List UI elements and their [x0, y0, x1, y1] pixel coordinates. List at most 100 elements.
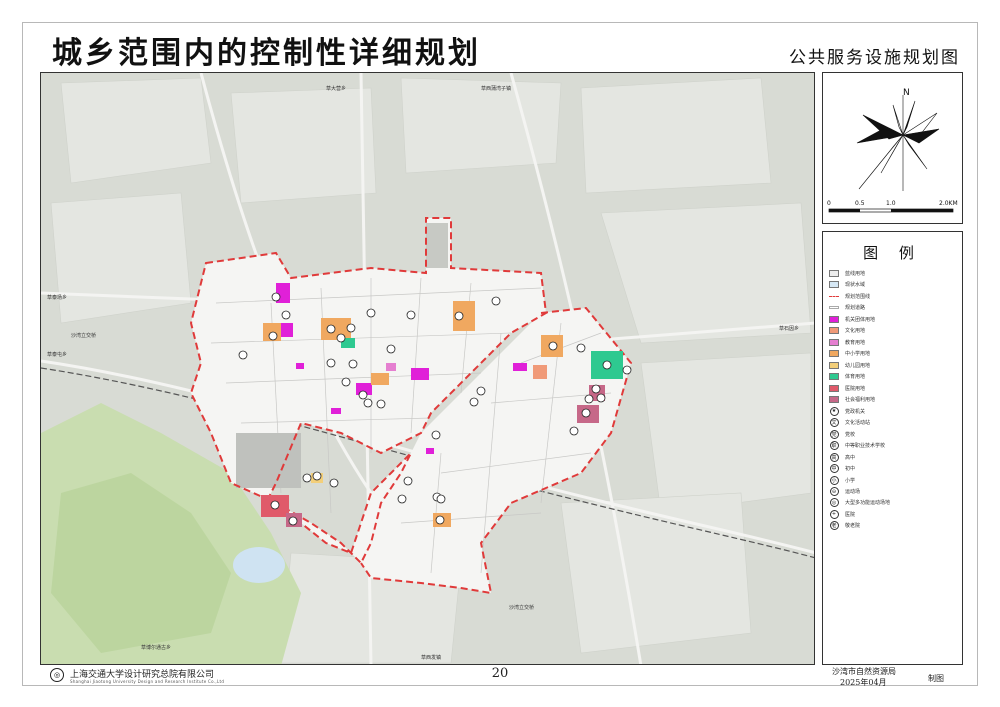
- legend-color-swatch: [829, 361, 839, 369]
- village-label: 草西发镇: [421, 654, 441, 661]
- legend-line-swatch: [829, 295, 839, 297]
- legend-color-swatch: [829, 281, 839, 289]
- page-number: 20: [491, 666, 509, 681]
- village-label: 草博尔通古乡: [141, 644, 171, 651]
- legend-line-swatch: [829, 306, 839, 310]
- org-name-en: Shanghai Jiaotong University Design and …: [70, 679, 225, 684]
- compass-svg: N 0 0.5 1.0 2.0KM: [827, 88, 958, 213]
- village-label: 沙湾立交桥: [509, 604, 534, 611]
- legend-item: 老敬老院: [829, 521, 957, 532]
- legend-label: 文化用地: [845, 328, 866, 335]
- legend-title: 图 例: [863, 244, 922, 262]
- legend-label: 党校: [845, 431, 856, 438]
- scale-bar: 0 0.5 1.0 2.0KM: [827, 200, 958, 213]
- legend-label: 党政机关: [845, 408, 866, 415]
- legend-list: 蓝线用地现状水域规划范围线规划道路机关团体用地 文化用地教育用地中小学用地幼儿园用…: [829, 268, 957, 532]
- legend-label: 敬老院: [845, 523, 861, 530]
- legend-label: 小学: [845, 477, 856, 484]
- legend-color-swatch: [829, 384, 839, 392]
- legend-label: 规划范围线: [845, 293, 871, 300]
- legend-label: 规划道路: [845, 305, 866, 312]
- legend-color-swatch: [829, 315, 839, 323]
- legend-symbol-icon: 职: [829, 441, 839, 451]
- legend-item: 文文化活动站: [829, 417, 957, 428]
- legend-item: + 医院: [829, 509, 957, 520]
- scale-tick: 1.0: [886, 200, 896, 207]
- village-label: 草泰场乡: [47, 294, 67, 301]
- legend-item: 高高中: [829, 452, 957, 463]
- legend-label: 医院: [845, 511, 856, 518]
- legend-label: 社会福利用地: [845, 397, 876, 404]
- legend-label: 文化活动站: [845, 420, 871, 427]
- scale-tick: 2.0KM: [939, 200, 958, 207]
- legend-label: 幼儿园用地: [845, 362, 871, 369]
- village-label: 沙湾立交桥: [71, 332, 96, 339]
- legend-item: 体育用地: [829, 371, 957, 382]
- legend-label: 大型多功能运动场地: [845, 500, 891, 507]
- legend-label: 中等职业技术学校: [845, 443, 886, 450]
- map-svg: 草大营乡 草西蒲湾子镇 草泰场乡 沙湾立交桥 草泰屯乡 草石因乡 沙湾立交桥 草…: [41, 73, 814, 664]
- legend-item: 机关团体用地: [829, 314, 957, 325]
- legend-color-swatch: [829, 350, 839, 358]
- legend-item: ◎ 大型多功能运动场地: [829, 498, 957, 509]
- legend-symbol-icon: 中: [829, 464, 839, 474]
- legend-label: 体育用地: [845, 374, 866, 381]
- legend-symbol-icon: ◎: [829, 498, 839, 508]
- legend-color-swatch: [829, 396, 839, 404]
- map-date: 2025年04月: [840, 678, 887, 687]
- legend-symbol-icon: 小: [829, 475, 839, 485]
- legend-item: 蓝线用地: [829, 268, 957, 279]
- industrial-block: [236, 433, 301, 488]
- legend-label: 机关团体用地: [845, 316, 876, 323]
- legend-symbol-icon: 高: [829, 452, 839, 462]
- scale-tick: 0.5: [855, 200, 865, 207]
- village-label: 草石因乡: [779, 325, 799, 332]
- compass-panel: N 0 0.5 1.0 2.0KM: [822, 72, 963, 224]
- legend-label: 中小学用地: [845, 351, 871, 358]
- legend-item: 中初中: [829, 463, 957, 474]
- legend-item: 医院用地: [829, 383, 957, 394]
- legend-label: 蓝线用地: [845, 270, 866, 277]
- legend-symbol-icon: 党: [829, 429, 839, 439]
- legend-color-swatch: [829, 269, 839, 277]
- page-title: 城乡范围内的控制性详细规划: [52, 36, 481, 71]
- north-label: N: [903, 88, 910, 98]
- village-label: 草大营乡: [326, 85, 346, 92]
- legend-item: ⊖ 运动场: [829, 486, 957, 497]
- made-label: 制图: [928, 674, 944, 683]
- wind-rose-icon: [856, 95, 940, 191]
- legend-item: 教育用地: [829, 337, 957, 348]
- lake: [233, 547, 285, 583]
- village-label: 草泰屯乡: [47, 351, 67, 358]
- legend-color-swatch: [829, 338, 839, 346]
- legend-item: 现状水域: [829, 279, 957, 290]
- map-canvas[interactable]: 草大营乡 草西蒲湾子镇 草泰场乡 沙湾立交桥 草泰屯乡 草石因乡 沙湾立交桥 草…: [40, 72, 815, 665]
- legend-color-swatch: [829, 327, 839, 335]
- legend-label: 现状水域: [845, 282, 866, 289]
- legend-item: 文化用地: [829, 325, 957, 336]
- north-block: [426, 223, 448, 268]
- legend-label: 医院用地: [845, 385, 866, 392]
- agency-name: 沙湾市自然资源局: [832, 667, 896, 676]
- legend-item: ★ 党政机关: [829, 406, 957, 417]
- legend-panel: 图 例 蓝线用地现状水域规划范围线规划道路机关团体用地 文化用地教育用地中小学用地…: [822, 231, 963, 665]
- legend-item: 幼儿园用地: [829, 360, 957, 371]
- legend-symbol-icon: 文: [829, 418, 839, 428]
- legend-item: 社会福利用地: [829, 394, 957, 405]
- legend-label: 高中: [845, 454, 856, 461]
- legend-label: 运动场: [845, 489, 861, 495]
- legend-item: 党党校: [829, 429, 957, 440]
- legend-symbol-icon: ⊖: [829, 487, 839, 496]
- legend-symbol-icon: 老: [829, 521, 839, 531]
- legend-item: 规划道路: [829, 302, 957, 313]
- legend-item: 小小学: [829, 475, 957, 486]
- legend-color-swatch: [829, 373, 839, 381]
- village-label: 草西蒲湾子镇: [481, 85, 511, 92]
- legend-item: 中小学用地: [829, 348, 957, 359]
- org-logo-icon: ◎: [50, 668, 64, 682]
- legend-symbol-icon: +: [829, 509, 839, 519]
- legend-label: 初中: [845, 466, 856, 473]
- map-subtitle: 公共服务设施规划图: [789, 48, 960, 68]
- scale-tick: 0: [827, 200, 831, 207]
- legend-symbol-icon: ★: [829, 406, 839, 416]
